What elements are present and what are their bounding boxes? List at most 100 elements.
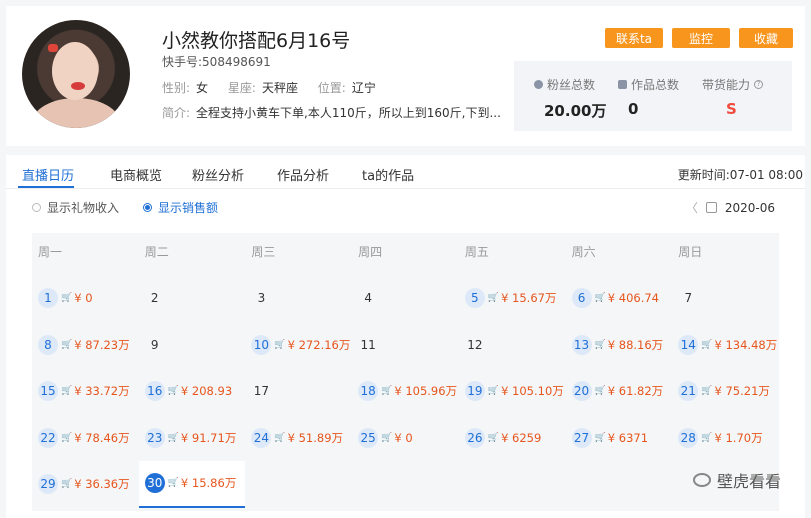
sales-amount: ¥ 87.23万 bbox=[74, 337, 130, 352]
day-number: 19 bbox=[464, 381, 485, 402]
calendar-day[interactable]: 25 🛒 ¥ 0 bbox=[352, 415, 459, 462]
calendar-day[interactable]: 29 🛒 ¥ 36.36万 bbox=[32, 461, 139, 508]
tab-ecommerce[interactable]: 电商概览 bbox=[110, 165, 162, 184]
day-number: 17 bbox=[253, 384, 270, 399]
cart-icon: 🛒 bbox=[701, 386, 713, 397]
cart-icon: 🛒 bbox=[167, 386, 179, 397]
watermark: 壁虎看看 bbox=[692, 468, 781, 492]
toggle-gift-income[interactable]: 显示礼物收入 bbox=[32, 199, 119, 216]
cart-icon: 🛒 bbox=[487, 293, 500, 304]
sales-amount: ¥ 36.36万 bbox=[74, 477, 130, 492]
tab-bar: 直播日历 电商概览 粉丝分析 作品分析 ta的作品 更新时间:07-01 08:… bbox=[6, 155, 805, 189]
chevron-left-icon[interactable]: 〈 bbox=[686, 199, 698, 216]
day-number: 6 bbox=[571, 288, 592, 309]
calendar-day[interactable]: 27 🛒 ¥ 6371 bbox=[566, 415, 673, 462]
day-number: 11 bbox=[360, 337, 376, 352]
calendar-day[interactable]: 8 🛒 ¥ 87.23万 bbox=[32, 322, 139, 369]
sales-amount: ¥ 134.48万 bbox=[714, 337, 778, 352]
cart-icon: 🛒 bbox=[594, 432, 606, 443]
calendar-day[interactable]: 6 🛒 ¥ 406.74 bbox=[566, 275, 673, 322]
sales-amount: ¥ 51.89万 bbox=[287, 430, 344, 445]
calendar-day[interactable]: 22 🛒 ¥ 78.46万 bbox=[32, 415, 139, 462]
profile-intro: 简介: 全程支持小黄车下单,本人110斤，所以上到160斤,下到... bbox=[162, 106, 501, 120]
weekday-label: 周四 bbox=[358, 245, 383, 259]
radio-icon bbox=[32, 203, 41, 212]
day-number: 7 bbox=[684, 291, 693, 306]
calendar-day[interactable]: 13 🛒 ¥ 88.16万 bbox=[566, 322, 673, 369]
radio-checked-icon bbox=[143, 203, 153, 212]
sales-amount: ¥ 105.10万 bbox=[501, 384, 564, 399]
weekday-label: 周三 bbox=[251, 245, 276, 259]
cart-icon: 🛒 bbox=[167, 478, 179, 489]
sales-amount: ¥ 15.86万 bbox=[180, 476, 237, 491]
calendar-day[interactable]: 30 🛒 ¥ 15.86万 bbox=[138, 461, 246, 508]
fans-icon bbox=[534, 80, 543, 89]
day-number: 15 bbox=[38, 381, 58, 402]
day-number: 8 bbox=[38, 334, 58, 355]
cart-icon: 🛒 bbox=[487, 386, 500, 397]
toggle-sales[interactable]: 显示销售额 bbox=[143, 199, 218, 216]
calendar-day[interactable]: 11 bbox=[352, 322, 459, 369]
calendar-day[interactable]: 18 🛒 ¥ 105.96万 bbox=[352, 368, 459, 415]
cart-icon: 🛒 bbox=[61, 339, 73, 350]
cart-icon: 🛒 bbox=[594, 386, 606, 397]
calendar-day[interactable]: 15 🛒 ¥ 33.72万 bbox=[32, 368, 139, 415]
profile-name: 小然教你搭配6月16号 bbox=[162, 30, 351, 52]
cart-icon: 🛒 bbox=[61, 386, 73, 397]
calendar-day[interactable]: 23 🛒 ¥ 91.71万 bbox=[139, 415, 246, 462]
stat-sales-ability: 带货能力? S bbox=[702, 76, 786, 131]
month-picker[interactable]: 〈 2020-06 bbox=[686, 199, 775, 216]
calendar-day[interactable]: 12 bbox=[459, 322, 566, 369]
tab-works[interactable]: ta的作品 bbox=[362, 165, 414, 184]
sales-amount: ¥ 88.16万 bbox=[607, 337, 664, 352]
tab-fans[interactable]: 粉丝分析 bbox=[192, 165, 244, 184]
calendar-day[interactable]: 3 bbox=[245, 275, 352, 322]
favorite-button[interactable]: 收藏 bbox=[739, 28, 793, 48]
day-number: 20 bbox=[571, 381, 592, 402]
day-number: 25 bbox=[358, 427, 379, 448]
calendar-day[interactable]: 4 bbox=[352, 275, 459, 322]
calendar-day[interactable]: 7 bbox=[672, 275, 779, 322]
calendar-day[interactable]: 19 🛒 ¥ 105.10万 bbox=[459, 368, 566, 415]
sales-amount: ¥ 0 bbox=[394, 430, 413, 445]
calendar-day[interactable]: 28 🛒 ¥ 1.70万 bbox=[672, 415, 779, 462]
profile-card: 小然教你搭配6月16号 快手号:508498691 性别: 女 星座: 天秤座 位置… bbox=[6, 6, 805, 146]
calendar-day[interactable]: 20 🛒 ¥ 61.82万 bbox=[566, 368, 673, 415]
day-number: 23 bbox=[144, 427, 165, 448]
sales-amount: ¥ 105.96万 bbox=[394, 384, 458, 399]
tab-live-calendar[interactable]: 直播日历 bbox=[22, 165, 74, 184]
calendar-day[interactable]: 24 🛒 ¥ 51.89万 bbox=[245, 415, 352, 462]
sales-amount: ¥ 78.46万 bbox=[74, 430, 130, 445]
sales-amount: ¥ 75.21万 bbox=[714, 384, 770, 399]
avatar[interactable] bbox=[22, 20, 130, 128]
calendar-day[interactable]: 2 bbox=[139, 275, 246, 322]
calendar-day[interactable]: 5 🛒 ¥ 15.67万 bbox=[459, 275, 566, 322]
calendar-day[interactable]: 9 bbox=[139, 322, 246, 369]
cart-icon: 🛒 bbox=[274, 339, 286, 350]
live-calendar: 周一 周二 周三 周四 周五 周六 周日 1 🛒 ¥ 0 2 3 4 5 🛒 ¥ 15.67万 6 🛒 ¥ 406… bbox=[32, 233, 779, 511]
main-panel: 直播日历 电商概览 粉丝分析 作品分析 ta的作品 更新时间:07-01 08:… bbox=[6, 155, 805, 518]
calendar-day[interactable]: 21 🛒 ¥ 75.21万 bbox=[672, 368, 779, 415]
day-number: 3 bbox=[257, 291, 266, 306]
day-number: 14 bbox=[678, 334, 699, 355]
sales-amount: ¥ 208.93 bbox=[180, 384, 233, 399]
weekday-label: 周日 bbox=[678, 245, 703, 259]
day-number: 2 bbox=[150, 291, 159, 306]
sales-amount: ¥ 61.82万 bbox=[607, 384, 664, 399]
calendar-day[interactable]: 17 bbox=[245, 368, 352, 415]
calendar-day[interactable]: 1 🛒 ¥ 0 bbox=[32, 275, 139, 322]
cart-icon: 🛒 bbox=[381, 386, 393, 397]
tab-works-analysis[interactable]: 作品分析 bbox=[277, 165, 329, 184]
monitor-button[interactable]: 监控 bbox=[672, 28, 730, 48]
sales-amount: ¥ 406.74 bbox=[607, 291, 659, 306]
help-icon[interactable]: ? bbox=[754, 80, 764, 89]
stats-panel: 粉丝总数 20.00万 作品总数 0 带货能力? S bbox=[514, 61, 792, 131]
calendar-day[interactable]: 14 🛒 ¥ 134.48万 bbox=[672, 322, 779, 369]
calendar-day[interactable]: 16 🛒 ¥ 208.93 bbox=[139, 368, 246, 415]
calendar-day[interactable]: 10 🛒 ¥ 272.16万 bbox=[245, 322, 352, 369]
calendar-day[interactable]: 26 🛒 ¥ 6259 bbox=[459, 415, 566, 462]
sales-amount: ¥ 15.67万 bbox=[501, 291, 557, 306]
cart-icon: 🛒 bbox=[487, 432, 500, 443]
weekday-label: 周六 bbox=[571, 245, 596, 259]
contact-button[interactable]: 联系ta bbox=[605, 28, 663, 48]
